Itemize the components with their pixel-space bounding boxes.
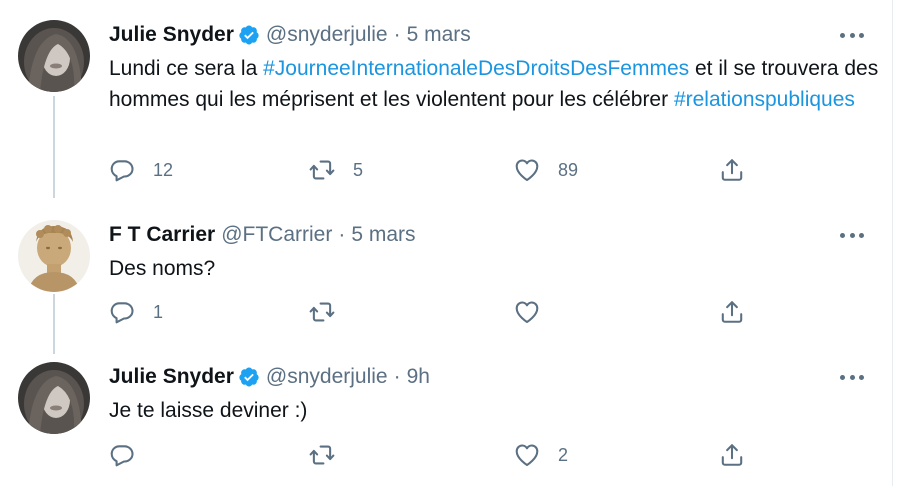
- retweet-button[interactable]: [309, 440, 353, 470]
- share-button[interactable]: [719, 297, 745, 327]
- verified-badge-icon: [239, 367, 259, 387]
- share-button[interactable]: [719, 440, 745, 470]
- like-button[interactable]: 2: [514, 440, 568, 470]
- separator-dot: ·: [338, 223, 346, 246]
- hashtag-link[interactable]: #relationspubliques: [674, 88, 855, 111]
- avatar-bust-icon: [18, 220, 90, 292]
- tweet-header: Julie Snyder @snyderjulie · 9h: [109, 364, 430, 390]
- separator-dot: ·: [393, 23, 401, 46]
- like-icon: [515, 159, 539, 181]
- more-options-icon[interactable]: [840, 230, 864, 240]
- avatar[interactable]: [18, 220, 90, 292]
- author-name[interactable]: Julie Snyder: [109, 365, 234, 389]
- tweet-text: Je te laisse deviner :): [109, 399, 308, 422]
- author-handle[interactable]: @snyderjulie: [266, 365, 388, 389]
- tweet-timestamp[interactable]: 5 mars: [351, 223, 415, 247]
- tweet-timestamp[interactable]: 5 mars: [407, 23, 471, 47]
- avatar[interactable]: [18, 362, 90, 434]
- share-icon: [721, 301, 743, 323]
- like-button[interactable]: [514, 297, 558, 327]
- tweet-actions: 2: [109, 440, 749, 470]
- avatar-portrait-icon: [18, 362, 90, 434]
- retweet-icon: [309, 445, 335, 465]
- like-count: 2: [558, 444, 569, 465]
- author-name[interactable]: F T Carrier: [109, 223, 215, 247]
- author-handle[interactable]: @FTCarrier: [221, 223, 332, 247]
- retweet-button[interactable]: [309, 297, 353, 327]
- avatar[interactable]: [18, 20, 90, 92]
- like-button[interactable]: 89: [514, 155, 578, 185]
- reply-count: 1: [153, 301, 164, 322]
- retweet-icon: [309, 160, 335, 180]
- reply-icon: [110, 160, 134, 182]
- tweet-text-segment: Lundi ce sera la: [109, 57, 264, 80]
- tweet-actions: 12 5 89: [109, 155, 749, 185]
- like-count: 89: [558, 159, 579, 180]
- like-icon: [515, 301, 539, 323]
- retweet-button[interactable]: 5: [309, 155, 363, 185]
- reply-button[interactable]: 12: [109, 155, 173, 185]
- reply-button[interactable]: 1: [109, 297, 163, 327]
- tweet-text: Des noms?: [109, 257, 216, 280]
- tweet-header: F T Carrier @FTCarrier · 5 mars: [109, 222, 416, 248]
- verified-badge-icon: [239, 25, 259, 45]
- author-handle[interactable]: @snyderjulie: [266, 23, 388, 47]
- avatar-portrait-icon: [18, 20, 90, 92]
- reply-button[interactable]: [109, 440, 153, 470]
- retweet-icon: [309, 302, 335, 322]
- share-icon: [721, 444, 743, 466]
- hashtag-link[interactable]: #JourneeInternationaleDesDroitsDesFemmes: [263, 57, 689, 80]
- share-icon: [721, 159, 743, 181]
- separator-dot: ·: [393, 365, 401, 388]
- tweet-timestamp[interactable]: 9h: [407, 365, 430, 389]
- more-options-icon[interactable]: [840, 372, 864, 382]
- conversation-thread: Julie Snyder @snyderjulie · 5 mars Lundi…: [0, 0, 893, 486]
- like-icon: [515, 444, 539, 466]
- tweet-actions: 1: [109, 297, 749, 327]
- more-options-icon[interactable]: [840, 30, 864, 40]
- retweet-count: 5: [353, 159, 364, 180]
- tweet[interactable]: Julie Snyder @snyderjulie · 9h Je te lai…: [0, 342, 892, 486]
- tweet-header: Julie Snyder @snyderjulie · 5 mars: [109, 22, 471, 48]
- share-button[interactable]: [719, 155, 745, 185]
- author-name[interactable]: Julie Snyder: [109, 23, 234, 47]
- tweet[interactable]: F T Carrier @FTCarrier · 5 mars Des noms…: [0, 200, 892, 342]
- reply-icon: [110, 302, 134, 324]
- tweet[interactable]: Julie Snyder @snyderjulie · 5 mars Lundi…: [0, 0, 892, 200]
- reply-count: 12: [153, 159, 174, 180]
- reply-icon: [110, 445, 134, 467]
- tweet-text: Lundi ce sera la #JourneeInternationaleD…: [109, 53, 879, 115]
